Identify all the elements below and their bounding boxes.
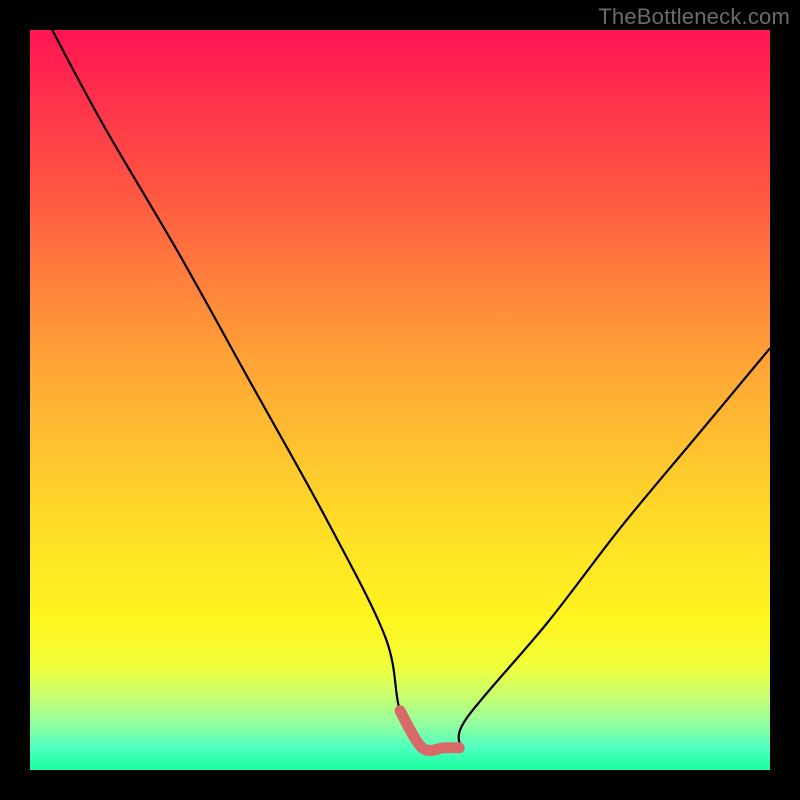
curve-svg: [30, 30, 770, 770]
optimal-zone-path: [400, 711, 459, 751]
chart-frame: TheBottleneck.com: [0, 0, 800, 800]
watermark-text: TheBottleneck.com: [598, 4, 790, 30]
plot-area: [30, 30, 770, 770]
bottleneck-curve-path: [52, 30, 770, 751]
